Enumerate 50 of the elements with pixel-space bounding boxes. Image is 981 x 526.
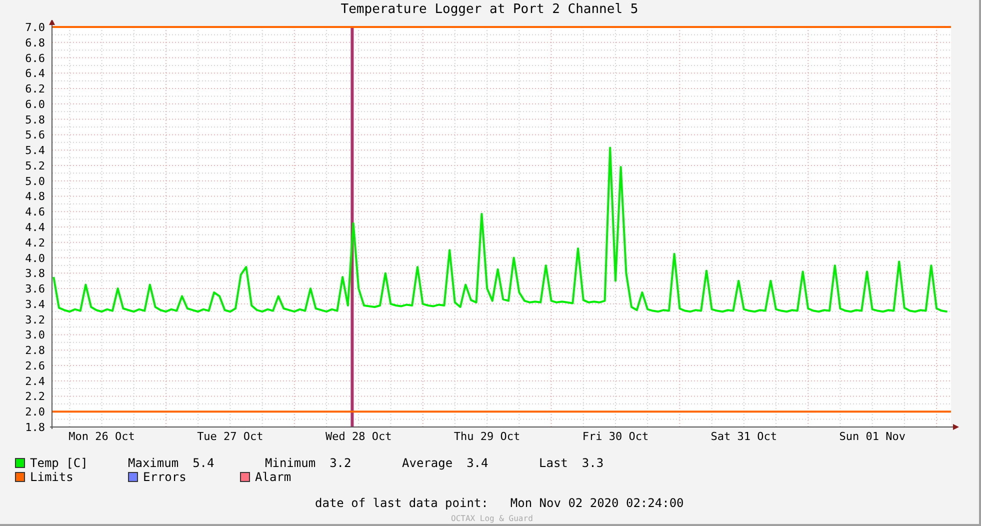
stat-label: Maximum xyxy=(128,454,179,472)
y-tick-label: 3.6 xyxy=(25,282,45,296)
x-tick-label: Mon 26 Oct xyxy=(68,430,135,443)
last-data-label: date of last data point: xyxy=(315,495,488,512)
y-tick-label: 6.0 xyxy=(25,98,45,111)
legend-label: Alarm xyxy=(255,468,292,486)
x-tick-label: Thu 29 Oct xyxy=(454,430,520,443)
y-tick-label: 3.2 xyxy=(25,313,45,326)
stat-value: 3.4 xyxy=(466,454,488,472)
y-tick-label: 4.2 xyxy=(25,236,45,250)
y-tick-label: 5.0 xyxy=(25,174,45,188)
y-tick-label: 4.0 xyxy=(25,252,45,265)
x-tick-label: Wed 28 Oct xyxy=(326,430,392,443)
x-tick-label: Sun 01 Nov xyxy=(839,430,906,443)
x-tick-label: Sat 31 Oct xyxy=(710,430,778,443)
legend-label: Limits xyxy=(30,470,74,486)
y-tick-label: 3.4 xyxy=(25,298,45,311)
stat-label: Minimum xyxy=(265,454,316,472)
legend-label: Errors xyxy=(143,468,186,486)
x-tick-label: Tue 27 Oct xyxy=(197,430,264,443)
y-tick-label: 3.8 xyxy=(25,267,45,280)
y-tick-label: 5.4 xyxy=(25,144,45,158)
y-tick-label: 5.6 xyxy=(25,128,45,142)
stat-label: Average xyxy=(402,454,453,472)
stat-value: 3.2 xyxy=(330,454,352,472)
y-tick-label: 2.0 xyxy=(25,406,45,419)
y-tick-label: 3.0 xyxy=(25,328,45,342)
y-tick-label: 2.2 xyxy=(25,390,45,404)
y-tick-label: 6.4 xyxy=(25,67,45,80)
legend-label: Temp [C] xyxy=(30,454,88,472)
stat-label: Last xyxy=(539,454,568,472)
y-tick-label: 1.8 xyxy=(25,421,45,434)
y-tick-label: 5.8 xyxy=(25,113,45,126)
y-tick-label: 2.6 xyxy=(25,359,45,372)
y-tick-label: 6.2 xyxy=(25,82,45,96)
x-tick-label: Fri 30 Oct xyxy=(582,430,649,443)
stat-value: 3.3 xyxy=(582,454,604,472)
y-tick-label: 2.4 xyxy=(25,374,45,388)
stat-value: 5.4 xyxy=(192,454,214,472)
y-tick-label: 6.6 xyxy=(25,52,45,65)
y-tick-label: 4.8 xyxy=(25,190,45,204)
last-data-value: Mon Nov 02 2020 02:24:00 xyxy=(510,495,684,512)
y-tick-label: 6.8 xyxy=(25,36,45,50)
y-tick-label: 4.4 xyxy=(25,221,45,234)
y-tick-label: 2.8 xyxy=(25,344,45,358)
y-tick-label: 7.0 xyxy=(25,21,45,34)
y-tick-label: 4.6 xyxy=(25,206,45,219)
credit-text: OCTAX Log & Guard xyxy=(451,514,533,523)
y-tick-label: 5.2 xyxy=(25,159,45,172)
chart-title: Temperature Logger at Port 2 Channel 5 xyxy=(340,1,638,20)
